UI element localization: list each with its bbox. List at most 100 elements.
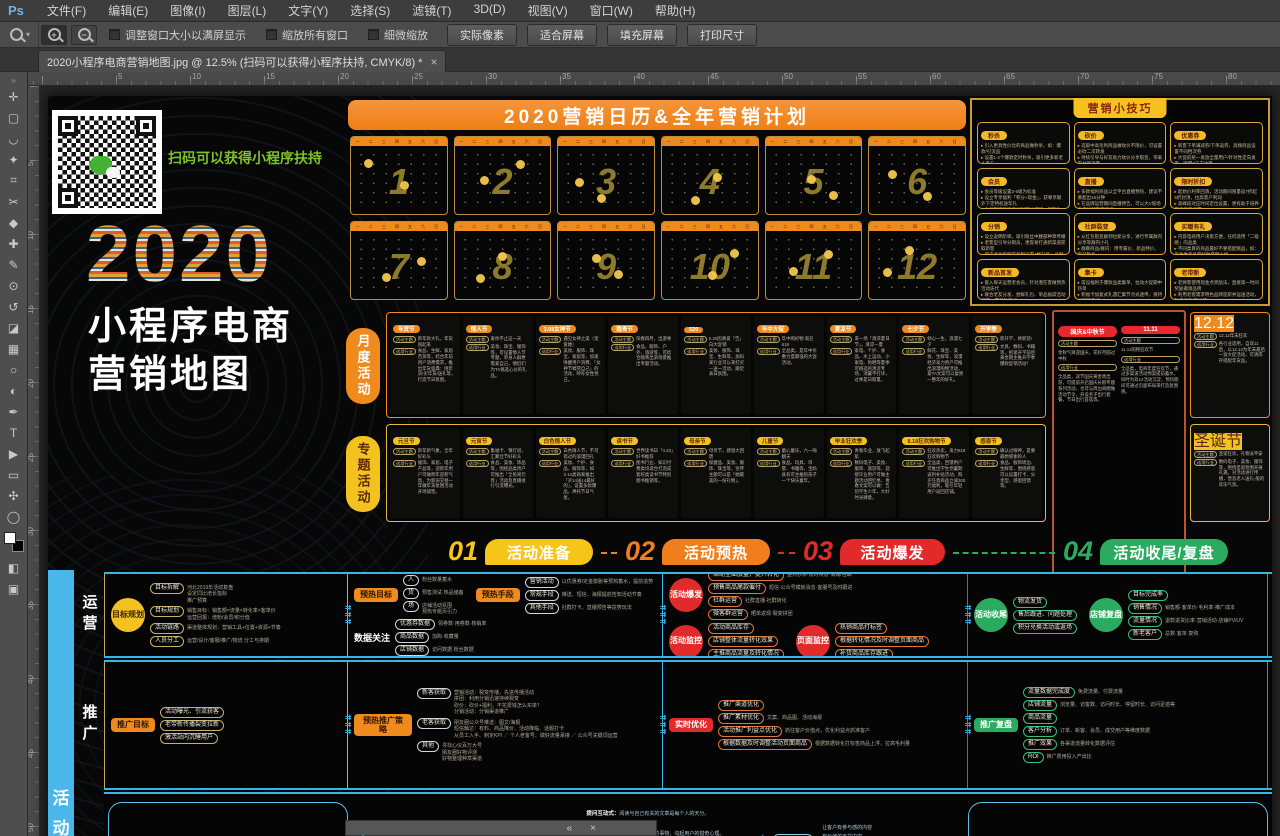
- menu-item[interactable]: 图层(L): [217, 2, 278, 19]
- mindmap-item-label: 流量情况: [1128, 616, 1162, 627]
- document-tab[interactable]: 2020小程序电商营销地图.jpg @ 12.5% (扫码可以获得小程序扶持, …: [38, 50, 446, 72]
- options-bar: ▾ + − 调整窗口大小以满屏显示 缩放所有窗口 细微缩放 实际像素适合屏幕填充屏幕…: [0, 22, 1280, 48]
- panel-collapse-icon[interactable]: «: [567, 823, 573, 834]
- zoom-preset-button[interactable]: 填充屏幕: [607, 24, 677, 46]
- view-option-checkbox[interactable]: 调整窗口大小以满屏显示: [109, 27, 246, 43]
- zoom-tool[interactable]: ◯: [2, 506, 26, 527]
- mindmap-root-node: 活动收尾: [974, 598, 1008, 632]
- mindmap-item-lines: 寻找心仪百万大号朋友圈好物评测好物整理种草渠道: [442, 743, 482, 763]
- mindmap-item: 目标完成率: [1128, 590, 1243, 601]
- monthly-event-card: 夏凉节活动主题来一场「清凉夏日节」，清凉一夏适用行业家电、个护、食品、水上运动、…: [827, 316, 897, 414]
- mindmap-item-label: 商品流量: [1023, 713, 1057, 724]
- history-brush-tool[interactable]: ↺: [2, 296, 26, 317]
- ruler-number: 55: [858, 72, 867, 81]
- hand-tool[interactable]: ✣: [2, 485, 26, 506]
- view-option-checkbox[interactable]: 缩放所有窗口: [266, 27, 348, 43]
- event-industry-row: 适用行业图书行业、知识付费类均适合打造成套权类读书节特别图书推销等。: [611, 460, 675, 483]
- event-industry-row: 适用行业食品、服饰、户外、旅游等，可结合踏青出游场景推出专题活动。: [611, 344, 675, 367]
- quick-mask-icon[interactable]: ◧: [2, 557, 26, 578]
- panel-close-icon[interactable]: ×: [590, 823, 596, 834]
- ruler-number: 60: [932, 72, 941, 81]
- menu-item[interactable]: 帮助(H): [644, 2, 707, 19]
- mindmap-item-label: 新老客户: [1128, 629, 1162, 640]
- healing-brush-tool[interactable]: ✚: [2, 233, 26, 254]
- theme-tag: 活动主题: [393, 448, 416, 455]
- theme-tag: 活动主题: [1194, 333, 1217, 340]
- monthly-event-card: 情人节活动主题爱你不止这一天适用行业美妆、珠宝、服饰等，可设置情人节专题，单身人…: [463, 316, 533, 414]
- marketing-tip-card: 优惠券▸ 新客下单满减券/下单返券，高频商品设置不同档次券▸ 大促前统一发放全量…: [1170, 122, 1263, 164]
- zoom-in-button[interactable]: +: [41, 25, 67, 45]
- shape-tool[interactable]: ▭: [2, 464, 26, 485]
- gradient-tool[interactable]: ▦: [2, 338, 26, 359]
- menu-item[interactable]: 3D(D): [463, 2, 517, 19]
- tip-bullet: ▸ 持续引导与好友助力砍价分享裂变，带来平台新流量: [1078, 155, 1163, 163]
- mindmap-item-label: 商品数据: [395, 632, 429, 643]
- calendar-month-number: 10: [662, 234, 758, 299]
- menu-item[interactable]: 窗口(W): [579, 2, 644, 19]
- menu-item[interactable]: 文字(Y): [277, 2, 339, 19]
- mindmap-item-label: 社群运营: [708, 596, 742, 607]
- zoom-preset-button[interactable]: 实际像素: [447, 24, 517, 46]
- marketing-tip-card: 直播▸ 多款福利商品以全平台直播预热，建议不要超出15分钟▸ 在品牌运营期间直播…: [1074, 168, 1167, 210]
- menu-item[interactable]: 图像(I): [159, 2, 216, 19]
- floating-panel-bar[interactable]: « ×: [345, 820, 657, 836]
- tip-label: 老带新: [1174, 268, 1206, 277]
- industry-tag: 适用行业: [830, 348, 853, 355]
- lasso-tool[interactable]: ◡: [2, 128, 26, 149]
- industry-text: 图书行业、知识付费类均适合打造成套权类读书节特别图书推销等。: [636, 460, 675, 483]
- industry-text: 全品类，回馈用户可推出学生党暑期返利补贴活动，购买任意商品立减300元福利，吸引…: [927, 460, 966, 494]
- industry-text: 美妆、个护、食品、服饰等，如3·14类商家推出「买14送14最好的」，设置多款爆…: [563, 460, 602, 500]
- menu-item[interactable]: 滤镜(T): [401, 2, 462, 19]
- mindmap-item: 物流发货: [1013, 597, 1077, 608]
- zoom-preset-button[interactable]: 打印尺寸: [687, 24, 757, 46]
- calendar-month: 一 二 三 四 五 六 日6: [868, 136, 966, 215]
- color-swatches[interactable]: [3, 531, 25, 553]
- crop-tool[interactable]: ⌗: [2, 170, 26, 191]
- blur-tool[interactable]: ○: [2, 359, 26, 380]
- calendar-month-number: 8: [455, 234, 551, 299]
- menu-item[interactable]: 选择(S): [339, 2, 401, 19]
- zoom-out-button[interactable]: −: [71, 25, 97, 45]
- zoom-tool-preset[interactable]: ▾: [0, 22, 39, 47]
- mindmap-item-lines: 预售测试·热品储备: [422, 590, 464, 597]
- flow-arrows-icon: ⇉⇉⇉: [345, 714, 352, 736]
- mindmap-root-node: 推广目标: [111, 718, 155, 731]
- mindmap-item: 推广效果各渠道流量转化数据评估: [1023, 739, 1175, 750]
- theme-text: 11.11购物狂欢节: [1121, 347, 1180, 353]
- mindmap-item-label: 常规手段: [525, 590, 559, 601]
- zoom-preset-button[interactable]: 适合屏幕: [527, 24, 597, 46]
- vertical-ruler[interactable]: 5101520253035404550: [28, 86, 40, 836]
- brush-tool[interactable]: ✎: [2, 254, 26, 275]
- type-tool[interactable]: T: [2, 422, 26, 443]
- screen-mode-icon[interactable]: ▣: [2, 578, 26, 599]
- event-theme-row: 活动主题爱你不止这一天: [466, 336, 530, 343]
- theme-text: 世界读书日「4.23」好书推荐: [636, 448, 675, 459]
- marquee-tool[interactable]: ▢: [2, 107, 26, 128]
- foreground-color-swatch[interactable]: [4, 532, 16, 544]
- eyedropper-tool[interactable]: ◆: [2, 212, 26, 233]
- mindmap-item-lines: 销售目标：销售额=流量×转化率×客单价运营回报：增粉/会员/积分值: [187, 608, 276, 621]
- close-icon[interactable]: ×: [430, 55, 437, 69]
- slice-tool[interactable]: ✂: [2, 191, 26, 212]
- checkbox-icon[interactable]: [266, 29, 277, 40]
- theme-text: 童心童乐，六一嗨翻天: [782, 448, 821, 459]
- menu-item[interactable]: 编辑(E): [97, 2, 159, 19]
- checkbox-icon[interactable]: [368, 29, 379, 40]
- mindmap-item: 营销活动以优惠券/定金膨胀等预热蓄水，提前造势: [525, 577, 653, 588]
- pen-tool[interactable]: ✒: [2, 401, 26, 422]
- clone-stamp-tool[interactable]: ⊙: [2, 275, 26, 296]
- menu-item[interactable]: 视图(V): [517, 2, 579, 19]
- menu-item[interactable]: 文件(F): [36, 2, 97, 19]
- eraser-tool[interactable]: ◪: [2, 317, 26, 338]
- toolbar-collapse-icon[interactable]: »: [11, 76, 15, 86]
- checkbox-icon[interactable]: [109, 29, 120, 40]
- calendar-highlight-dot: [829, 191, 838, 200]
- dodge-tool[interactable]: ◐: [2, 380, 26, 401]
- tip-bullet: ▸ 群聊商品/群内：用专属价、新品特价、每日秒杀: [1078, 246, 1163, 254]
- quick-selection-tool[interactable]: ✦: [2, 149, 26, 170]
- monthly-activities-band: 年货节活动主题新年款大礼，年货囤起来适用行业食品、生鲜、家居百货等，结合年前用户…: [386, 312, 1046, 418]
- path-selection-tool[interactable]: ▶: [2, 443, 26, 464]
- view-option-checkbox[interactable]: 细微缩放: [368, 27, 428, 43]
- move-tool[interactable]: ✛: [2, 86, 26, 107]
- horizontal-ruler[interactable]: 5101520253035404550556065707580: [28, 72, 1280, 86]
